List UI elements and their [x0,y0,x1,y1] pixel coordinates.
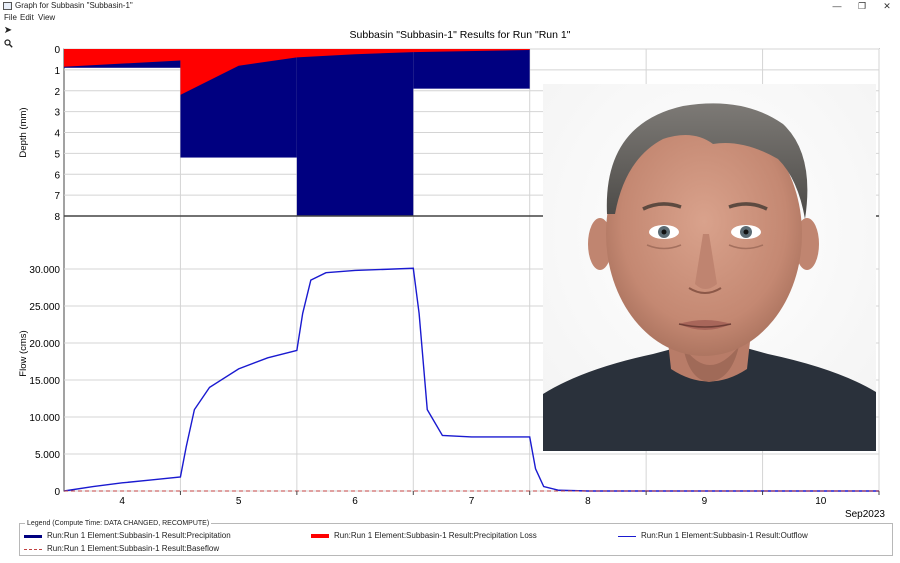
legend-label-precipitation: Run:Run 1 Element:Subbasin-1 Result:Prec… [47,531,231,540]
close-button[interactable]: ✕ [874,0,900,12]
depth-tick-label: 1 [54,66,60,77]
flow-tick-label: 25.000 [29,302,60,313]
flow-tick-label: 20.000 [29,339,60,350]
menu-edit[interactable]: Edit [20,13,34,23]
title-bar: Graph for Subbasin "Subbasin-1" — ❐ ✕ [0,0,900,13]
menu-bar: File Edit View [0,13,900,24]
menu-file[interactable]: File [4,13,17,23]
x-tick-label: 5 [236,496,242,507]
depth-tick-label: 8 [54,212,60,223]
x-tick-label: 4 [119,496,125,507]
x-tick-label: 8 [585,496,591,507]
x-tick-label: 7 [469,496,475,507]
flow-tick-label: 5.000 [35,450,60,461]
app-icon [3,2,12,10]
depth-tick-label: 0 [54,45,60,56]
precipitation-bar [296,49,414,216]
depth-axis-label: Depth (mm) [18,107,29,157]
x-tick-label: 6 [352,496,358,507]
legend-swatch-outflow [618,536,636,537]
x-axis-label: Sep2023 [845,509,885,520]
face-photo [543,84,876,451]
legend-label-outflow: Run:Run 1 Element:Subbasin-1 Result:Outf… [641,531,808,540]
legend-swatch-baseflow [24,549,42,550]
legend-label-baseflow: Run:Run 1 Element:Subbasin-1 Result:Base… [47,544,220,553]
legend-title: Legend (Compute Time: DATA CHANGED, RECO… [25,520,212,527]
depth-tick-label: 4 [54,129,60,140]
restore-button[interactable]: ❐ [849,0,875,12]
flow-axis-label: Flow (cms) [18,330,29,376]
window-title: Graph for Subbasin "Subbasin-1" [15,1,133,10]
depth-tick-label: 7 [54,191,60,202]
x-tick-label: 10 [815,496,827,507]
minimize-button[interactable]: — [824,0,850,12]
legend-swatch-precipitation-loss [311,534,329,538]
menu-view[interactable]: View [38,13,55,23]
flow-tick-label: 15.000 [29,376,60,387]
legend-box: Legend (Compute Time: DATA CHANGED, RECO… [19,520,893,556]
precipitation-bar [413,49,530,89]
x-tick-label: 9 [702,496,708,507]
depth-tick-label: 5 [54,149,60,160]
flow-tick-label: 10.000 [29,413,60,424]
depth-tick-label: 3 [54,108,60,119]
flow-tick-label: 30.000 [29,265,60,276]
depth-tick-label: 6 [54,170,60,181]
arrow-pointer-icon[interactable]: ➤ [3,25,13,37]
legend-label-precipitation-loss: Run:Run 1 Element:Subbasin-1 Result:Prec… [334,531,537,540]
flow-tick-label: 0 [54,487,60,498]
depth-tick-label: 2 [54,87,60,98]
legend-swatch-precipitation [24,535,42,538]
